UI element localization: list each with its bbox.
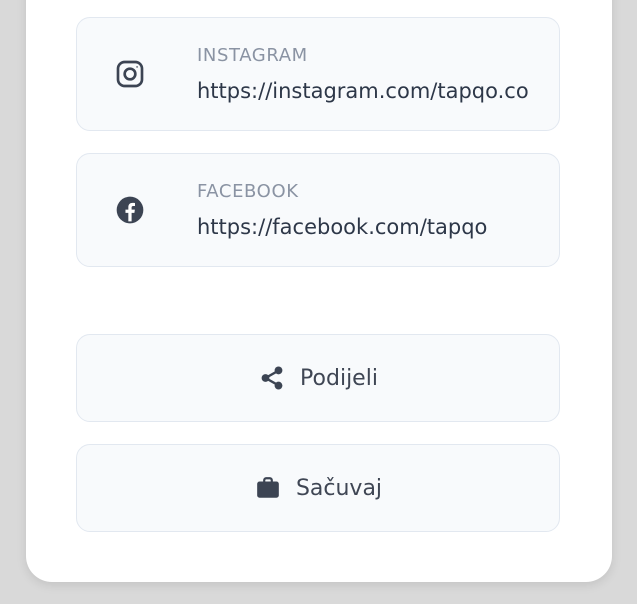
briefcase-icon [254,474,282,502]
instagram-icon [113,57,147,91]
facebook-url[interactable]: https://facebook.com/tapqo [197,215,487,239]
save-button-label: Sačuvaj [295,475,383,501]
facebook-label: FACEBOOK [197,181,299,202]
share-icon [258,364,286,392]
share-button-label: Podijeli [300,365,378,391]
facebook-icon [113,193,147,227]
share-button[interactable]: Podijeli [76,334,560,422]
facebook-link-item[interactable]: FACEBOOK https://facebook.com/tapqo [76,153,560,267]
save-button[interactable]: Sačuvaj [76,444,560,532]
instagram-link-item[interactable]: INSTAGRAM https://instagram.com/tapqo.co [76,17,560,131]
instagram-url[interactable]: https://instagram.com/tapqo.co [197,79,529,103]
page-background: INSTAGRAM https://instagram.com/tapqo.co… [0,0,637,604]
instagram-label: INSTAGRAM [197,45,308,66]
